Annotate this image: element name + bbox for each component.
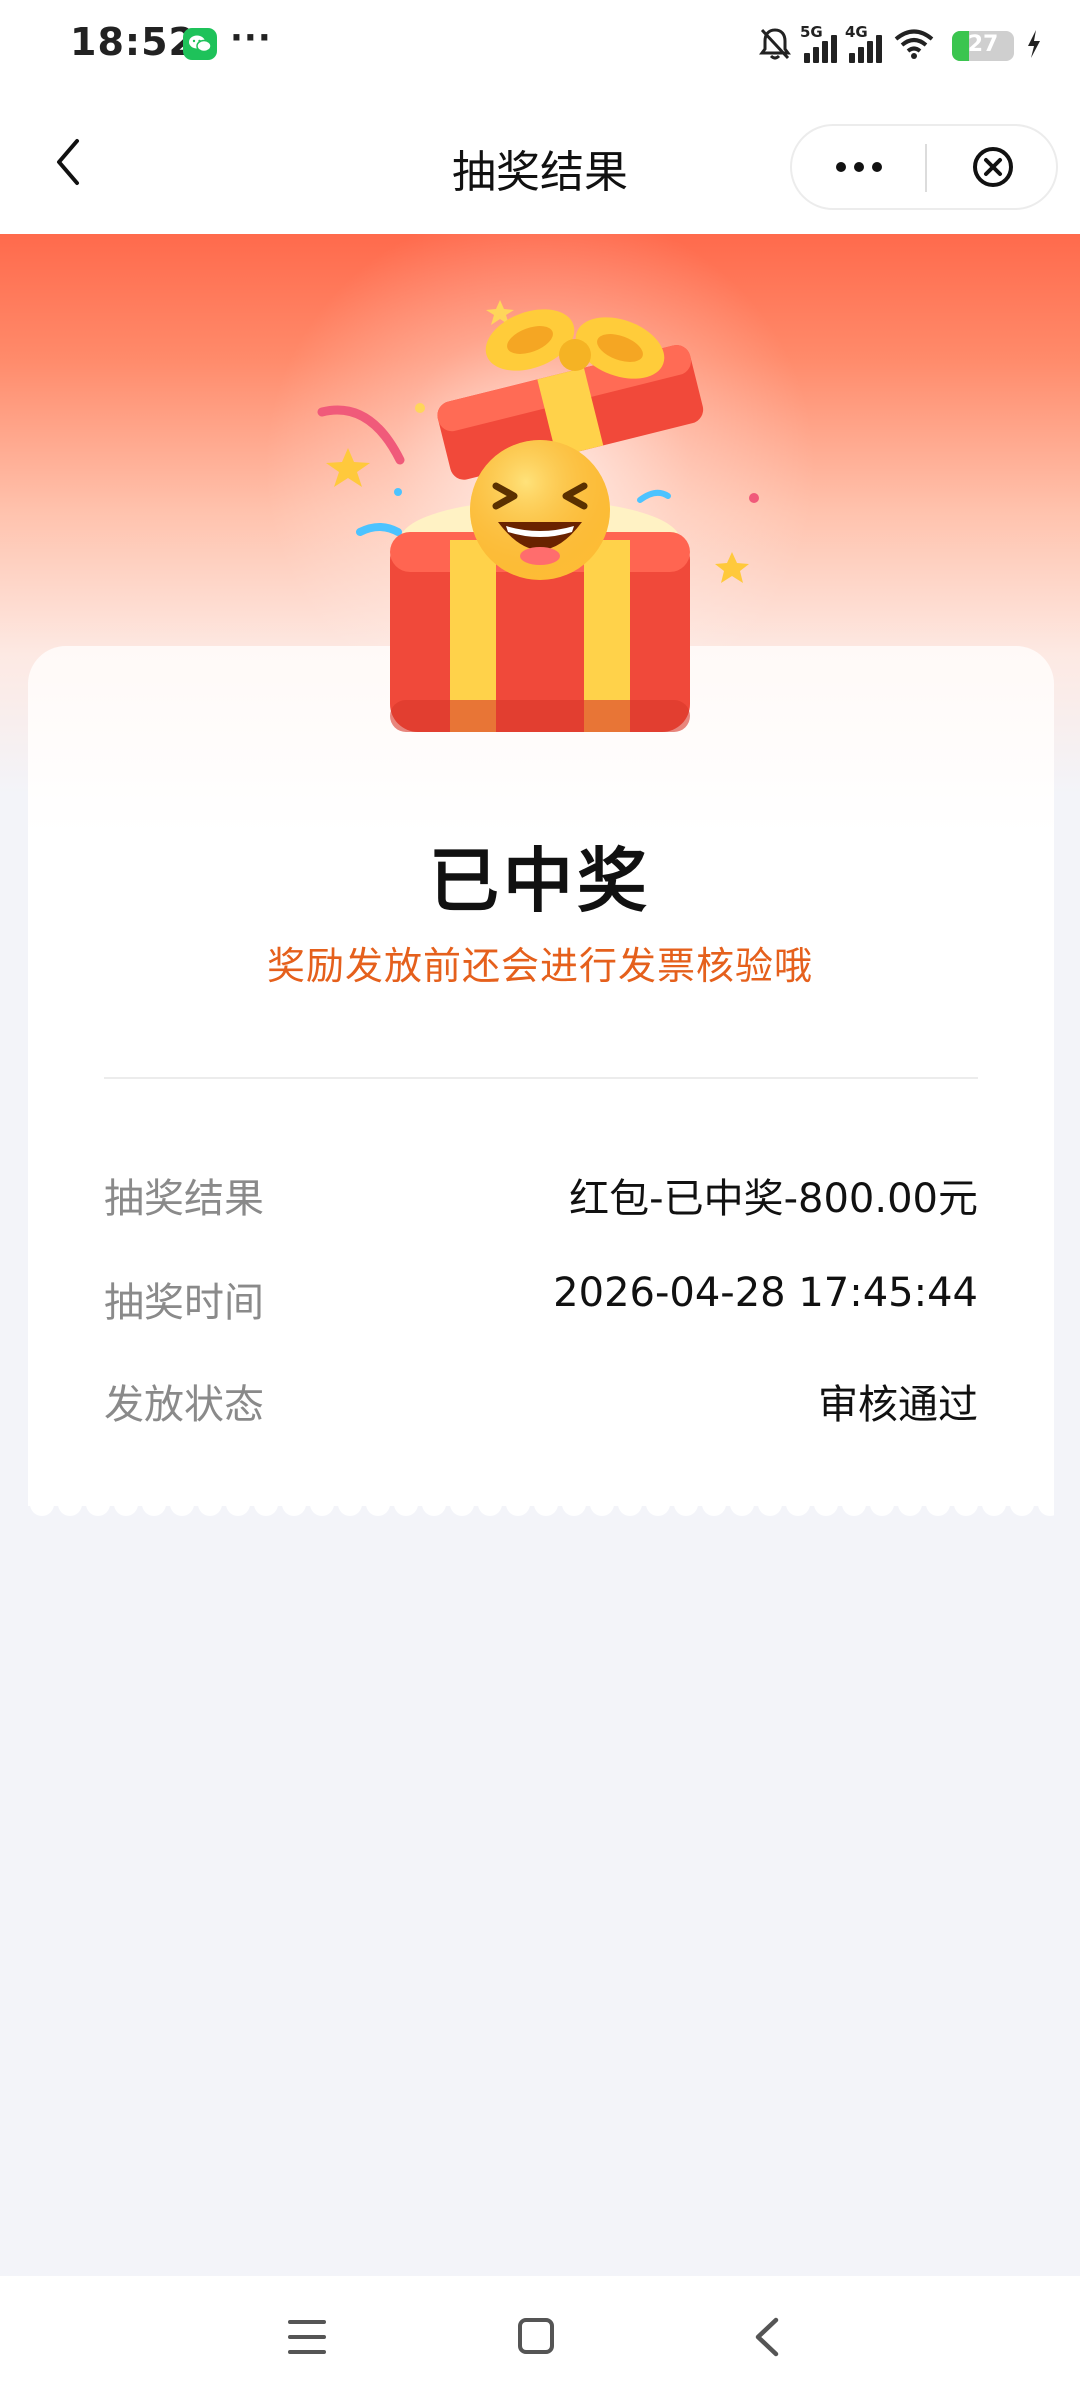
wifi-icon (894, 28, 934, 64)
system-navigation-bar (0, 2276, 1080, 2400)
detail-row-result: 抽奖结果 红包-已中奖-800.00元 (104, 1166, 978, 1226)
charging-icon (1026, 29, 1042, 63)
signal-icon: 5G (800, 23, 837, 63)
detail-label: 发放状态 (104, 1382, 264, 1428)
wechat-icon (183, 28, 217, 60)
close-circle-icon (972, 147, 1013, 187)
home-icon[interactable] (518, 2318, 554, 2354)
star-icon (715, 552, 749, 583)
detail-value: 2026-04-28 17:45:44 (553, 1270, 978, 1316)
confetti (637, 489, 671, 503)
result-title: 已中奖 (429, 840, 651, 922)
signal-5g-label: 5G (800, 23, 823, 41)
detail-label: 抽奖时间 (104, 1280, 264, 1326)
back-icon[interactable] (746, 2314, 786, 2360)
detail-value: 审核通过 (818, 1382, 978, 1428)
result-subtitle: 奖励发放前还会进行发票核验哦 (266, 944, 813, 988)
more-button[interactable] (792, 126, 925, 208)
battery-level: 27 (967, 32, 999, 57)
nav-bar: 抽奖结果 (0, 92, 1080, 234)
divider (104, 1077, 978, 1079)
detail-row-status: 发放状态 审核通过 (104, 1372, 978, 1432)
close-button[interactable] (927, 126, 1058, 208)
status-right-icons: 5G 4G 27 (758, 22, 1042, 70)
signal-4g-label: 4G (845, 23, 868, 41)
signal-icon: 4G (845, 23, 882, 63)
star-icon (326, 448, 370, 487)
confetti (317, 405, 405, 465)
detail-label: 抽奖结果 (104, 1176, 264, 1222)
status-bar: 18:52 ··· 5G 4G 27 (0, 0, 1080, 92)
status-time: 18:52 (70, 20, 196, 64)
confetti (356, 523, 402, 536)
detail-row-time: 抽奖时间 2026-04-28 17:45:44 (104, 1270, 978, 1330)
bell-off-icon (758, 26, 792, 66)
detail-value: 红包-已中奖-800.00元 (569, 1176, 978, 1222)
status-more-dots: ··· (230, 18, 272, 58)
menu-icon[interactable] (288, 2320, 328, 2356)
more-dots-icon (835, 162, 846, 172)
battery-icon: 27 (952, 31, 1014, 61)
gift-box-emoji-illustration (317, 300, 759, 732)
mini-program-capsule (790, 124, 1058, 210)
card-scalloped-edge (28, 1492, 1054, 1518)
